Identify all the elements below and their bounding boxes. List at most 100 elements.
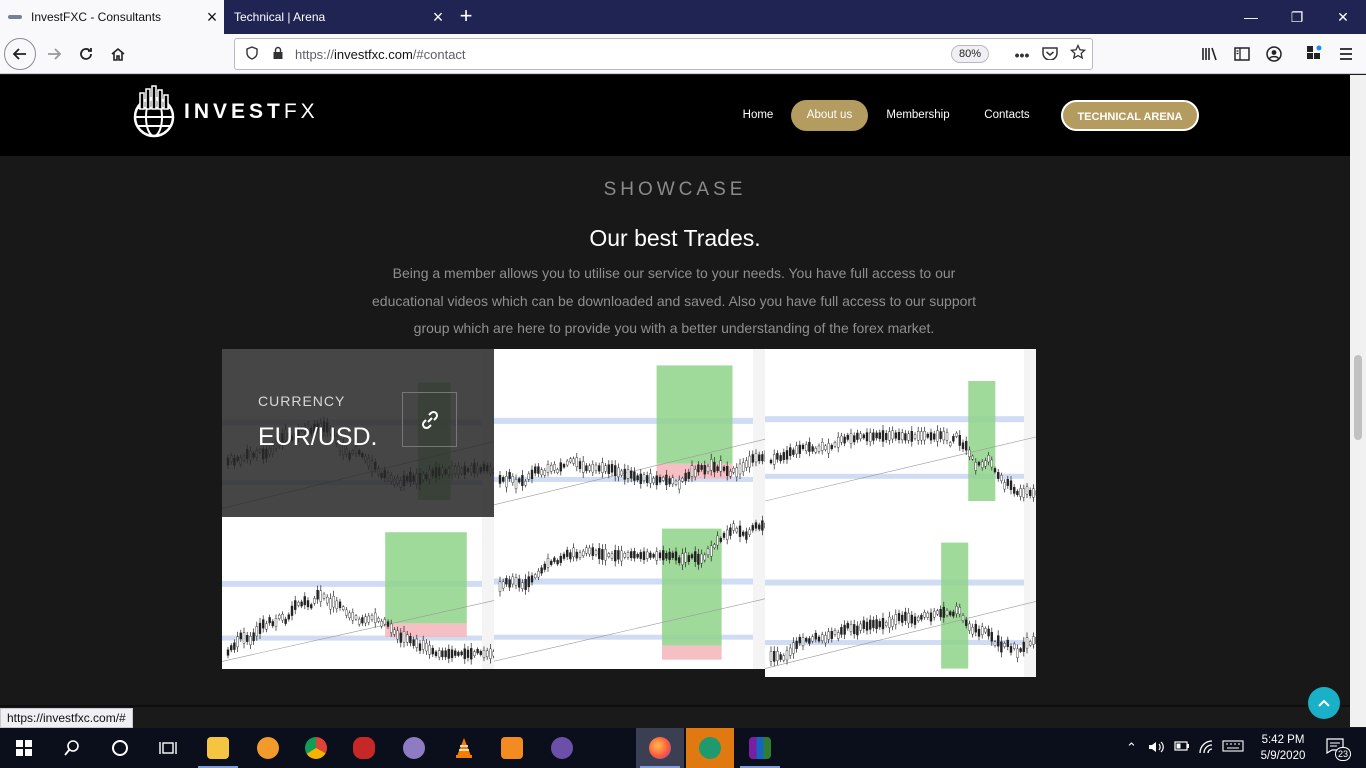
candlestick-chart-image [765,509,1036,677]
reload-icon [80,48,92,60]
tab-label: Technical | Arena [234,10,326,24]
library-icon [1202,47,1217,61]
site-favicon-icon [8,12,22,22]
start-button[interactable] [0,728,48,768]
volume-icon[interactable] [1148,740,1164,757]
lock-icon[interactable] [267,44,289,66]
url-path: /#contact [412,47,466,62]
minimize-button[interactable]: — [1228,0,1274,34]
sidebar-icon [1234,47,1250,61]
star-icon[interactable] [1067,43,1089,66]
close-window-button[interactable]: ✕ [1320,0,1366,34]
winrar-app[interactable] [736,728,784,768]
menu-icon [1340,48,1352,60]
windows-logo-icon [16,740,32,756]
nav-about-us[interactable]: About us [791,100,868,131]
taskbar-app-red[interactable] [340,728,388,768]
close-tab-icon[interactable]: × [426,0,450,34]
library-button[interactable] [1194,38,1226,70]
menu-button[interactable] [1330,38,1362,70]
taskbar-app-orange[interactable] [244,728,292,768]
account-button[interactable] [1258,38,1290,70]
web-page: INVESTFX Home About us Membership Contac… [0,75,1350,707]
app-icon [551,737,573,759]
chrome-icon [305,737,327,759]
trade-chart-thumbnail[interactable] [765,509,1036,677]
chrome-app[interactable] [292,728,340,768]
shield-icon[interactable] [241,44,263,66]
taskbar-app-cat[interactable] [538,728,586,768]
candlestick-chart-image [494,349,765,513]
tray-clock[interactable]: 5:42 PM 5/9/2020 [1250,732,1316,764]
scrollbar-thumb[interactable] [1354,355,1362,440]
tray-chevron-up-icon[interactable]: ⌃ [1126,740,1137,756]
trade-chart-thumbnail[interactable] [494,513,765,669]
page-scrollbar[interactable] [1350,75,1366,727]
site-header: INVESTFX Home About us Membership Contac… [0,75,1350,156]
search-button[interactable] [48,728,96,768]
candlestick-chart-image [494,513,765,669]
close-tab-icon[interactable]: × [200,0,224,34]
more-icon[interactable]: ••• [1011,44,1033,66]
chevron-up-icon [1318,699,1330,707]
pricing-section-peek [0,705,1350,707]
app-icon [353,737,375,759]
site-logo[interactable]: INVESTFX [130,85,319,139]
task-view-icon [159,742,177,754]
cortana-button[interactable] [96,728,144,768]
file-explorer-app[interactable] [194,728,242,768]
forward-icon [48,48,62,60]
scroll-to-top-button[interactable] [1308,687,1340,719]
tab-technical-arena[interactable]: Technical | Arena × [224,0,450,34]
url-host: investfxc.com [334,47,413,62]
restore-button[interactable]: ❐ [1274,0,1320,34]
sublime-text-app[interactable] [488,728,536,768]
browser-navbar: https://investfxc.com/#contact 80% ••• [0,34,1366,74]
keyboard-icon[interactable] [1222,740,1244,755]
browser-tabbar: InvestFXC - Consultants × Technical | Ar… [0,0,1366,34]
reload-button[interactable] [70,38,102,70]
showcase-title: Our best Trades. [589,225,761,251]
showcase-description: Being a member allows you to utilise our… [372,265,976,336]
url-text[interactable]: https://investfxc.com/#contact [295,47,466,62]
showcase-kicker: SHOWCASE [603,179,747,200]
notification-count-badge: 23 [1335,747,1351,761]
tab-investfxc[interactable]: InvestFXC - Consultants × [0,0,224,34]
app-icon [257,737,279,759]
nav-home[interactable]: Home [734,100,782,131]
battery-icon[interactable] [1174,740,1190,755]
address-bar[interactable]: https://investfxc.com/#contact 80% ••• [234,38,1093,70]
zoom-level-badge[interactable]: 80% [951,45,989,63]
account-icon [1266,46,1282,62]
pocket-icon[interactable] [1039,44,1061,66]
home-button[interactable] [102,38,134,70]
new-tab-button[interactable]: + [452,0,480,34]
nav-technical-arena-button[interactable]: TECHNICAL ARENA [1061,100,1199,131]
action-center-button[interactable]: 23 [1326,738,1351,761]
open-link-button[interactable] [402,392,457,447]
vlc-app[interactable] [440,728,488,768]
taskbar-app-purple[interactable] [390,728,438,768]
firefox-icon [649,737,671,759]
gallery-hover-overlay[interactable]: CURRENCY EUR/USD. [222,349,494,517]
tab-label: InvestFXC - Consultants [31,10,162,24]
trade-chart-thumbnail[interactable] [765,349,1036,509]
status-bar-url: https://investfxc.com/# [0,708,133,728]
back-icon [12,48,26,60]
sidebar-button[interactable] [1226,38,1258,70]
back-button[interactable] [4,38,36,70]
logo-word-fx: FX [283,100,319,123]
trade-chart-thumbnail[interactable] [494,349,765,513]
task-view-button[interactable] [144,728,192,768]
cortana-icon [112,740,128,756]
vpn-app[interactable] [686,728,734,768]
home-icon [111,47,125,61]
wifi-icon[interactable] [1198,740,1214,757]
nav-contacts[interactable]: Contacts [976,100,1038,131]
firefox-app[interactable] [636,728,684,768]
clock-time: 5:42 PM [1261,734,1305,746]
extensions-button[interactable] [1298,38,1330,70]
forward-button[interactable] [38,38,70,70]
nav-membership[interactable]: Membership [878,100,958,131]
trade-chart-thumbnail[interactable] [222,517,494,669]
